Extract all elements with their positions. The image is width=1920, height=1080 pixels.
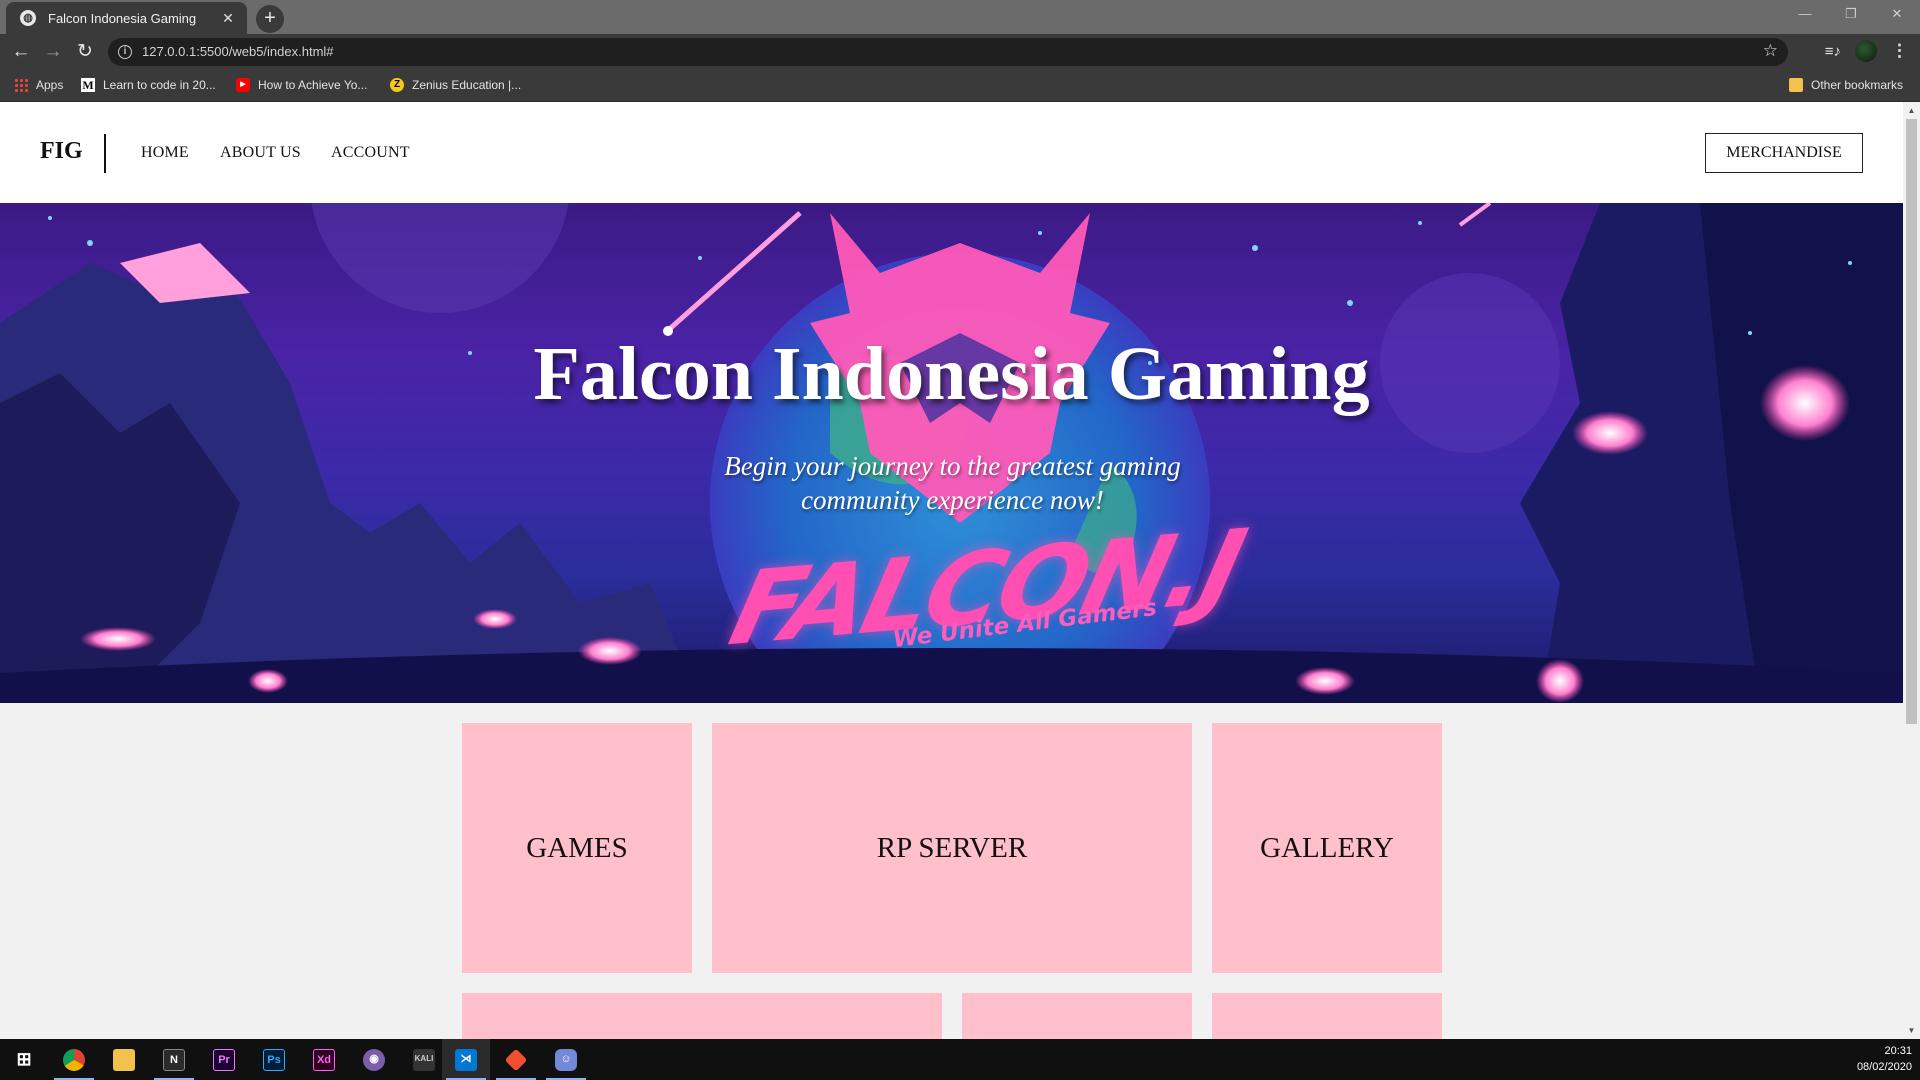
tile-grid: GAMES RP SERVER GALLERY xyxy=(0,703,1903,1039)
github-desktop-icon[interactable]: ◉ xyxy=(350,1039,398,1080)
tile-rp-server[interactable]: RP SERVER xyxy=(712,723,1192,973)
xd-icon[interactable]: Xd xyxy=(300,1039,348,1080)
bookmark-label: Zenius Education |... xyxy=(412,78,522,92)
vscode-icon[interactable]: ⋊ xyxy=(442,1039,490,1080)
toolbar-right: ≡♪ ⋮ xyxy=(1825,40,1908,62)
minimize-button[interactable]: — xyxy=(1782,0,1828,30)
other-bookmarks-label: Other bookmarks xyxy=(1811,78,1904,92)
bookmark-label: Apps xyxy=(36,78,64,92)
tab-close-icon[interactable]: ✕ xyxy=(219,10,237,27)
bookmark-apps[interactable]: Apps xyxy=(14,78,63,92)
address-bar[interactable]: i 127.0.0.1:5500/web5/index.html# ☆ xyxy=(108,38,1788,66)
hero-banner: Falcon Indonesia Gaming Begin your journ… xyxy=(0,203,1903,703)
bookmark-medium[interactable]: M Learn to code in 20... xyxy=(81,78,216,92)
tile-games[interactable]: GAMES xyxy=(462,723,692,973)
tab-title: Falcon Indonesia Gaming xyxy=(48,10,197,26)
brand-logo[interactable]: FIG xyxy=(40,138,83,165)
bookmark-star-icon[interactable]: ☆ xyxy=(1763,41,1778,61)
browser-toolbar: ← → ↻ i 127.0.0.1:5500/web5/index.html# … xyxy=(0,34,1920,70)
windows-start-icon[interactable]: ⊞ xyxy=(0,1039,48,1080)
bookmark-label: Learn to code in 20... xyxy=(103,78,216,92)
kebab-menu-icon[interactable]: ⋮ xyxy=(1891,41,1908,61)
medium-icon: M xyxy=(81,78,95,92)
clock-date: 08/02/2020 xyxy=(1856,1061,1912,1073)
notion-icon[interactable]: N xyxy=(150,1039,198,1080)
close-window-button[interactable]: ✕ xyxy=(1874,0,1920,30)
apps-grid-icon xyxy=(14,78,28,92)
taskbar: ⊞ N Pr Ps Xd ◉ KALI ⋊ ☺ 20:31 08/02/2020 xyxy=(0,1039,1920,1080)
page-viewport: FIG HOME ABOUT US ACCOUNT MERCHANDISE Fa… xyxy=(0,102,1903,1039)
new-tab-button[interactable]: + xyxy=(256,5,284,33)
reload-icon[interactable]: ↻ xyxy=(70,37,100,67)
hero-title: Falcon Indonesia Gaming xyxy=(533,332,1370,416)
bookmark-zenius[interactable]: Z Zenius Education |... xyxy=(390,78,521,92)
youtube-icon: ▶ xyxy=(236,78,250,92)
nav-account-link[interactable]: ACCOUNT xyxy=(331,144,410,162)
file-explorer-icon[interactable] xyxy=(100,1039,148,1080)
tab-strip: ◍ Falcon Indonesia Gaming ✕ + — ❐ ✕ xyxy=(0,0,1920,34)
hero-subtitle: Begin your journey to the greatest gamin… xyxy=(724,451,1181,515)
restore-button[interactable]: ❐ xyxy=(1828,0,1874,30)
forward-arrow-icon[interactable]: → xyxy=(38,37,68,67)
window-controls: — ❐ ✕ xyxy=(1782,0,1920,30)
tile-partial[interactable] xyxy=(962,993,1192,1039)
profile-avatar[interactable] xyxy=(1855,40,1877,62)
page-scrollbar[interactable]: ▲ ▼ xyxy=(1903,102,1920,1039)
scroll-thumb[interactable] xyxy=(1906,119,1917,724)
zenius-icon: Z xyxy=(390,78,404,92)
scroll-up-arrow-icon[interactable]: ▲ xyxy=(1903,102,1920,119)
url-text[interactable]: 127.0.0.1:5500/web5/index.html# xyxy=(142,44,334,59)
site-navbar: FIG HOME ABOUT US ACCOUNT MERCHANDISE xyxy=(0,102,1903,203)
tile-gallery[interactable]: GALLERY xyxy=(1212,723,1442,973)
bookmark-youtube[interactable]: ▶ How to Achieve Yo... xyxy=(236,78,367,92)
nav-home-link[interactable]: HOME xyxy=(141,144,189,162)
premiere-icon[interactable]: Pr xyxy=(200,1039,248,1080)
bookmark-label: How to Achieve Yo... xyxy=(258,78,368,92)
nav-about-link[interactable]: ABOUT US xyxy=(220,144,301,162)
system-clock[interactable]: 20:31 08/02/2020 xyxy=(1857,1043,1912,1075)
scroll-down-arrow-icon[interactable]: ▼ xyxy=(1903,1022,1920,1039)
folder-icon xyxy=(1789,78,1803,92)
globe-icon: ◍ xyxy=(20,10,36,26)
photoshop-icon[interactable]: Ps xyxy=(250,1039,298,1080)
git-icon[interactable] xyxy=(492,1039,540,1080)
back-arrow-icon[interactable]: ← xyxy=(6,37,36,67)
site-info-icon[interactable]: i xyxy=(118,45,132,59)
tile-partial[interactable] xyxy=(1212,993,1442,1039)
discord-icon[interactable]: ☺ xyxy=(542,1039,590,1080)
tile-partial[interactable] xyxy=(462,993,942,1039)
kali-icon[interactable]: KALI xyxy=(400,1039,448,1080)
browser-tab[interactable]: ◍ Falcon Indonesia Gaming ✕ xyxy=(6,2,247,34)
bookmarks-bar: Apps M Learn to code in 20... ▶ How to A… xyxy=(0,70,1920,102)
brand-divider xyxy=(104,134,106,173)
media-control-icon[interactable]: ≡♪ xyxy=(1825,43,1841,60)
merchandise-button[interactable]: MERCHANDISE xyxy=(1705,133,1863,173)
chrome-icon[interactable] xyxy=(50,1039,98,1080)
clock-time: 20:31 xyxy=(1884,1045,1912,1057)
other-bookmarks[interactable]: Other bookmarks xyxy=(1789,78,1903,92)
